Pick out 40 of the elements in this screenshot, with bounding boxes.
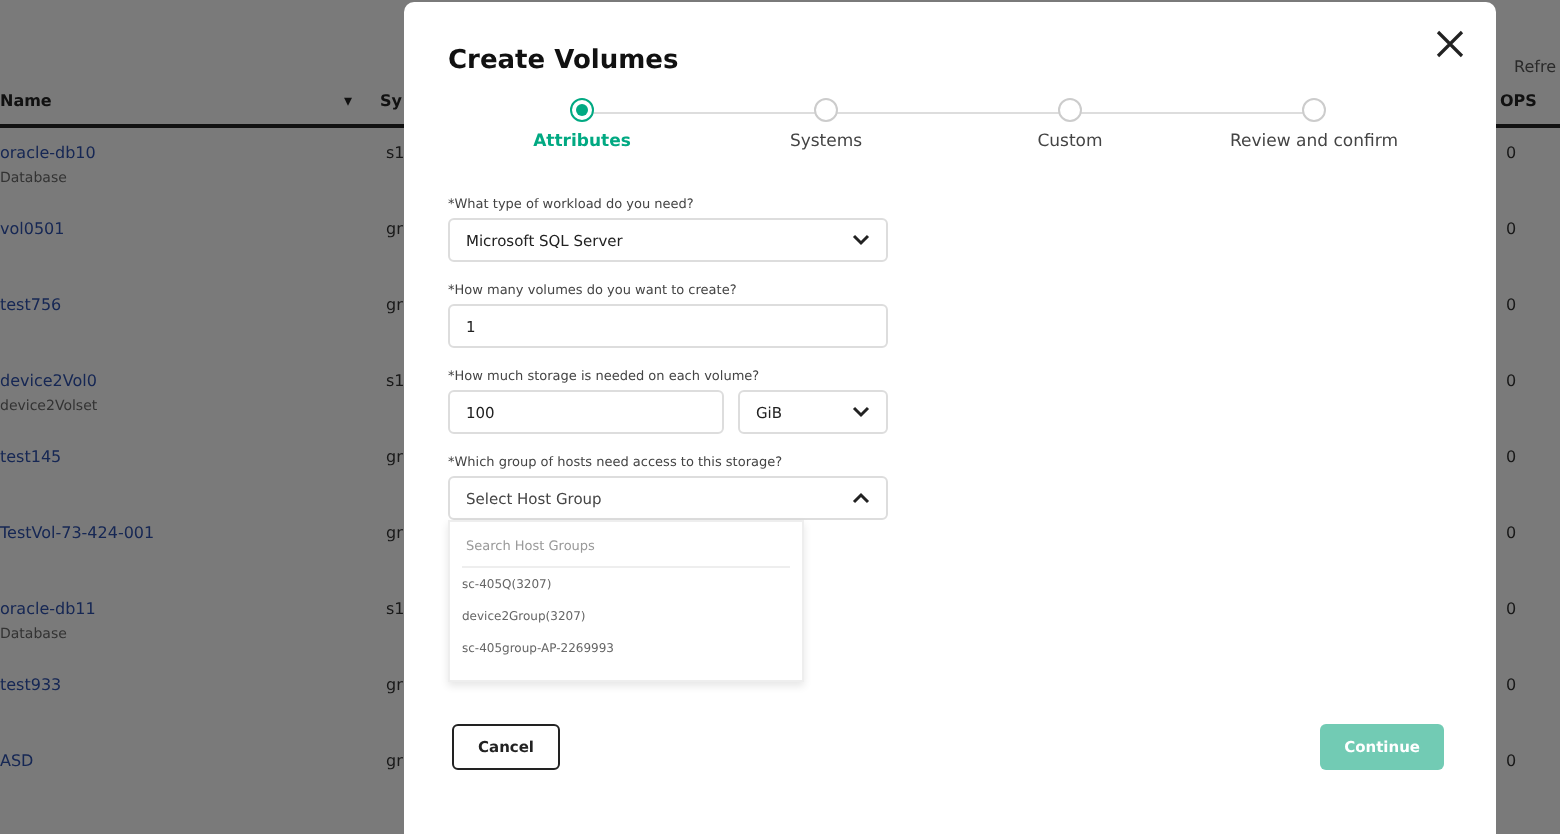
chevron-down-icon <box>852 234 870 246</box>
close-button[interactable] <box>1432 26 1468 62</box>
step-label: Review and confirm <box>1230 132 1398 152</box>
refresh-label[interactable]: Refre <box>1514 58 1556 76</box>
table-cell: gr <box>386 296 403 314</box>
table-cell: 0 <box>1506 220 1517 238</box>
sort-icon[interactable]: ▾ <box>343 91 352 109</box>
table-cell: 0 <box>1506 600 1517 618</box>
table-cell: gr <box>386 448 403 466</box>
step-label: Systems <box>789 132 863 152</box>
table-cell: gr <box>386 752 403 770</box>
step-label: Attributes <box>533 132 631 152</box>
table-cell: 0 <box>1506 296 1517 314</box>
table-cell: gr <box>386 220 403 238</box>
volume-name-link[interactable]: test756 <box>0 296 380 314</box>
volume-name-link[interactable]: oracle-db11 <box>0 600 380 618</box>
volume-name-link[interactable]: TestVol-73-424-001 <box>0 524 380 542</box>
volume-name-link[interactable]: device2Vol0 <box>0 372 380 390</box>
step-label: Custom <box>1037 132 1103 152</box>
volume-name-link[interactable]: oracle-db10 <box>0 144 380 162</box>
volume-name-link[interactable]: test933 <box>0 676 380 694</box>
dialog-title: Create Volumes <box>448 44 679 76</box>
table-cell: s1 <box>386 372 405 390</box>
volume-name-link[interactable]: ASD <box>0 752 380 770</box>
table-cell: s1 <box>386 144 405 162</box>
table-cell: gr <box>386 524 403 542</box>
chevron-up-icon <box>852 492 870 504</box>
table-cell: 0 <box>1506 144 1517 162</box>
table-cell: 0 <box>1506 524 1517 542</box>
chevron-down-icon <box>852 406 870 418</box>
table-cell: 0 <box>1506 676 1517 694</box>
volume-name-link[interactable]: vol0501 <box>0 220 380 238</box>
column-header[interactable]: Name <box>0 91 52 109</box>
table-cell: 0 <box>1506 372 1517 390</box>
column-header[interactable]: OPS <box>1500 91 1560 109</box>
table-cell: gr <box>386 676 403 694</box>
table-cell: 0 <box>1506 752 1517 770</box>
table-cell: 0 <box>1506 448 1517 466</box>
table-cell: s1 <box>386 600 405 618</box>
volume-name-link[interactable]: test145 <box>0 448 380 466</box>
